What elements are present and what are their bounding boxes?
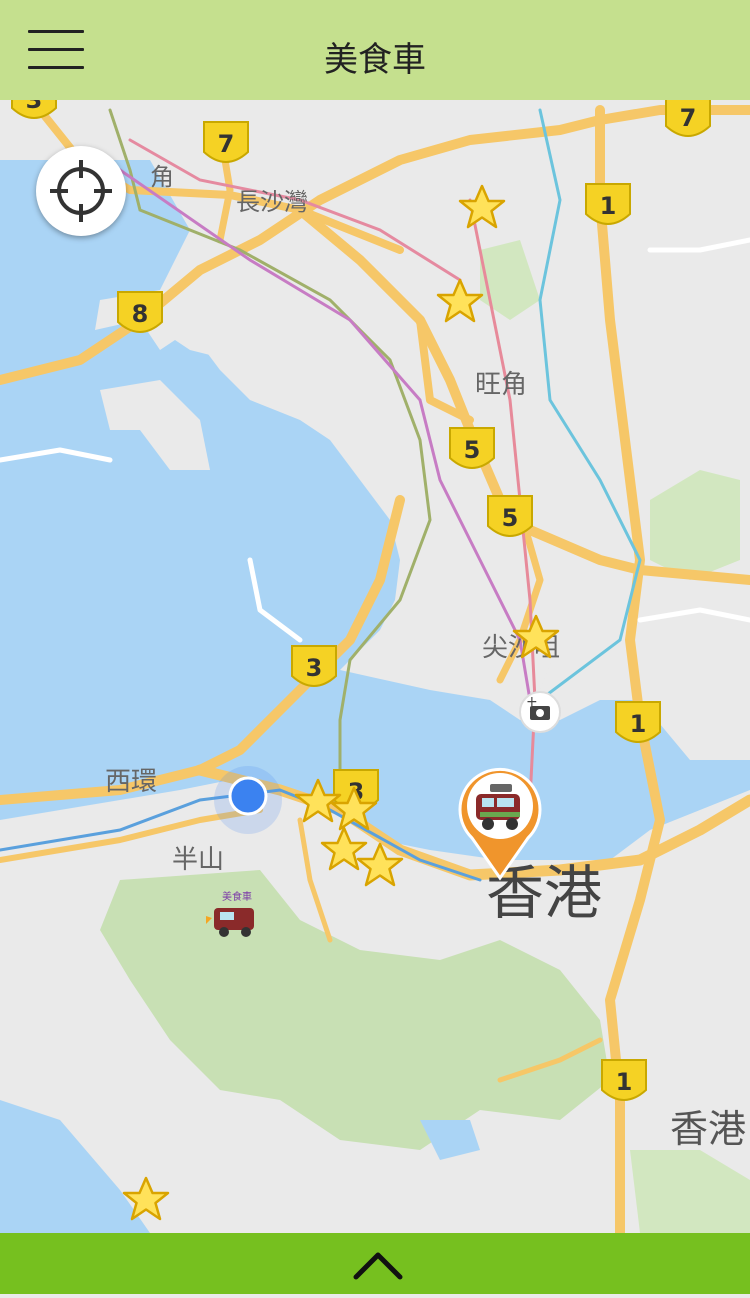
label-cheung-sha-wan: 長沙灣 [236,188,308,216]
app-header: 美食車 [0,0,750,100]
route-shield: 1 [615,701,661,743]
label-sai-wan: 西環 [105,767,157,797]
svg-text:7: 7 [218,130,235,158]
svg-text:+: + [526,694,538,710]
svg-text:5: 5 [464,436,481,464]
bottom-drawer-toggle[interactable] [0,1233,750,1294]
route-shield: 1 [601,1059,647,1101]
map-view[interactable]: 長沙灣 角 旺角 尖沙咀 西環 半山 香港 香港 7 7 1 8 5 5 3 1… [0,100,750,1233]
svg-text:1: 1 [600,192,617,220]
route-shield: 7 [665,100,711,137]
route-shield: 5 [449,427,495,469]
svg-text:3: 3 [306,654,323,682]
svg-text:3: 3 [26,100,43,114]
svg-text:7: 7 [680,104,697,132]
svg-text:5: 5 [502,504,519,532]
label-mid-levels: 半山 [172,845,224,875]
svg-text:1: 1 [630,710,647,738]
page-title: 美食車 [324,40,426,80]
svg-text:8: 8 [132,300,149,328]
crosshair-icon [50,160,112,222]
current-location-dot-icon [214,766,282,834]
route-shield: 1 [585,183,631,225]
route-shield: 7 [203,121,249,163]
label-mong-kok: 旺角 [475,370,527,400]
label-tai-kok: 角 [150,163,174,191]
route-shield: 5 [487,495,533,537]
chevron-up-icon [353,1252,403,1280]
label-hk-island: 香港 [670,1107,746,1151]
camera-poi-icon[interactable]: + [519,691,561,733]
route-shield: 3 [291,645,337,687]
route-shield: 8 [117,291,163,333]
svg-text:1: 1 [616,1068,633,1096]
svg-text:美食車: 美食車 [222,890,252,903]
locate-me-button[interactable] [36,146,126,236]
